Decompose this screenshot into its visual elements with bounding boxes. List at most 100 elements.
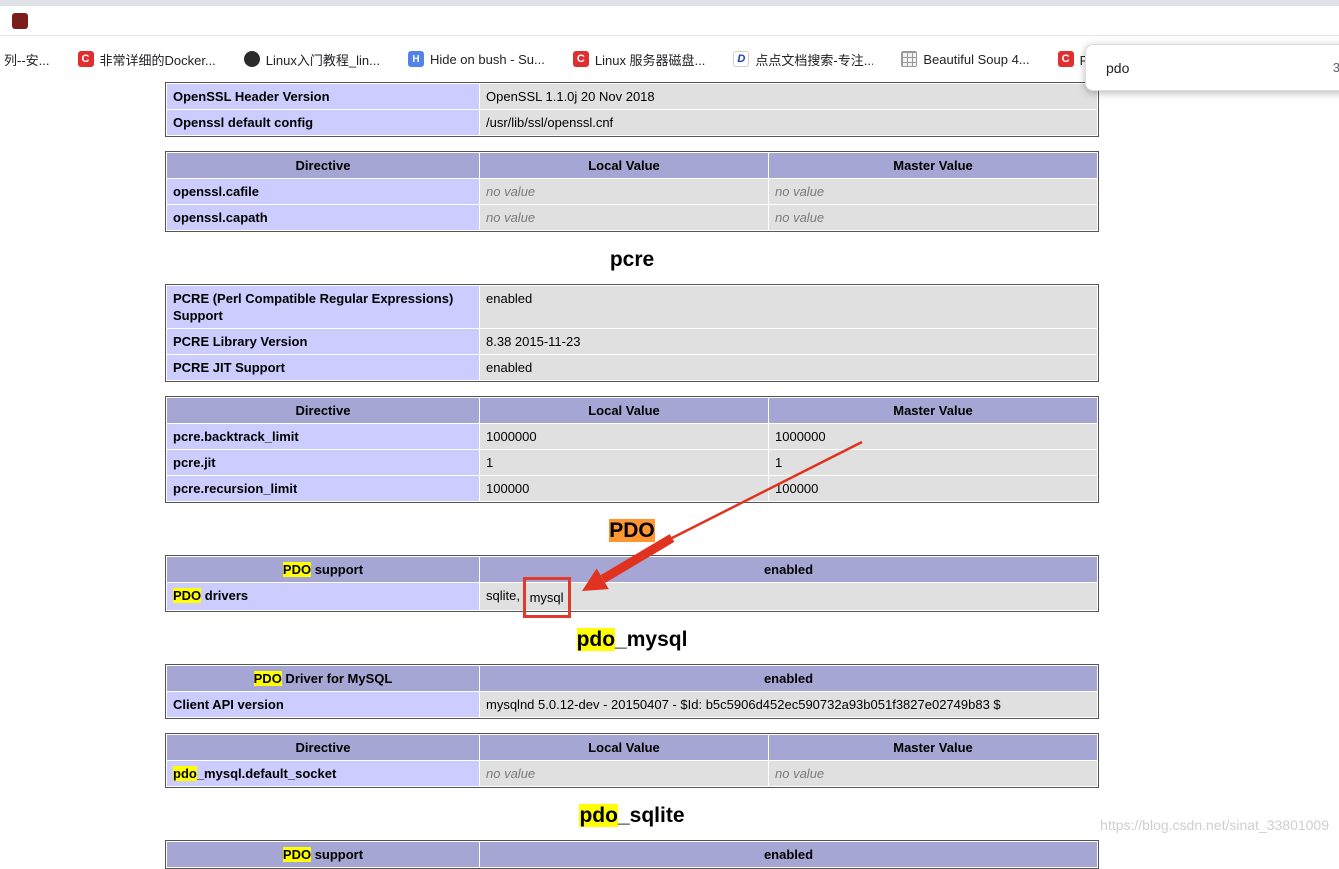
table-row: pcre.jit 1 1: [167, 450, 1097, 475]
bookmark-item[interactable]: Hide on bush - Su...: [408, 51, 545, 67]
text-segment: pcre.jit: [173, 455, 216, 470]
bookmark-item[interactable]: Linux 服务器磁盘...: [573, 50, 706, 69]
table-cell: 1000000: [480, 424, 768, 449]
table-row: PCRE (Perl Compatible Regular Expression…: [167, 286, 1097, 328]
text-segment: 100000: [775, 481, 818, 496]
phpinfo-table: Directive Local Value Master Value pdo_mysq…: [165, 733, 1099, 788]
text-segment: _sqlite: [618, 804, 685, 827]
table-row: PDO driverssqlite, mysql: [167, 583, 1097, 610]
table-cell: PCRE Library Version: [167, 329, 479, 354]
table-cell: 1: [769, 450, 1097, 475]
text-segment: 1: [775, 455, 782, 470]
table-cell: /usr/lib/ssl/openssl.cnf: [480, 110, 1097, 135]
table-row: PCRE Library Version 8.38 2015-11-23: [167, 329, 1097, 354]
table-cell: mysqlnd 5.0.12-dev - 20150407 - $Id: b5c…: [480, 692, 1097, 717]
phpinfo-content: OpenSSL Header VersionOpenSSL 1.1.0j 20 …: [165, 82, 1099, 869]
text-segment: enabled: [764, 562, 813, 577]
text-segment: /usr/lib/ssl/openssl.cnf: [486, 115, 613, 130]
text-segment: 1000000: [775, 429, 826, 444]
text-segment: 1: [486, 455, 493, 470]
text-segment: pcre.recursion_limit: [173, 481, 297, 496]
table-row: pcre.recursion_limit 100000 100000: [167, 476, 1097, 501]
text-segment: 8.38 2015-11-23: [486, 334, 580, 349]
bookmark-label: 点点文档搜索-专注...: [755, 50, 873, 69]
text-segment: 1000000: [486, 429, 537, 444]
table-cell: enabled: [480, 666, 1097, 691]
table-cell: no value: [769, 761, 1097, 786]
bookmark-item[interactable]: 非常详细的Docker...: [78, 50, 216, 69]
text-segment: PCRE Library Version: [173, 334, 307, 349]
tab-strip: [0, 0, 1339, 36]
table-cell: PCRE JIT Support: [167, 355, 479, 380]
table-cell: pdo_mysql.default_socket: [167, 761, 479, 786]
csdn-icon: [1058, 51, 1074, 67]
table-cell: Local Value: [480, 153, 768, 178]
text-segment: _mysql: [615, 628, 687, 651]
bookmark-item[interactable]: Beautiful Soup 4...: [901, 51, 1029, 67]
text-segment: 100000: [486, 481, 529, 496]
find-match-count: 3/16: [1333, 60, 1339, 75]
text-segment: enabled: [486, 291, 532, 306]
find-highlight: PDO: [283, 847, 311, 862]
text-segment: enabled: [486, 360, 532, 375]
table-row: DirectiveLocal Value Master Value: [167, 398, 1097, 423]
table-cell: no value: [769, 179, 1097, 204]
bookmark-item[interactable]: 列--安...: [4, 50, 50, 69]
text-segment: openssl.cafile: [173, 184, 259, 199]
text-segment: Local Value: [588, 740, 660, 755]
text-segment: sqlite,: [486, 588, 524, 603]
text-segment: Master Value: [893, 158, 973, 173]
bookmark-label: 非常详细的Docker...: [100, 50, 216, 69]
table-cell: openssl.capath: [167, 205, 479, 230]
table-cell: OpenSSL Header Version: [167, 84, 479, 109]
find-highlight: PDO: [173, 588, 201, 603]
phpinfo-table: PCRE (Perl Compatible Regular Expression…: [165, 284, 1099, 382]
text-segment: Master Value: [893, 740, 973, 755]
find-highlight: pdo: [577, 628, 615, 651]
text-segment: OpenSSL Header Version: [173, 89, 330, 104]
text-segment: Directive: [296, 158, 351, 173]
text-segment: Driver for MySQL: [282, 671, 393, 686]
table-cell: PCRE (Perl Compatible Regular Expression…: [167, 286, 479, 328]
text-segment: PCRE (Perl Compatible Regular Expression…: [173, 291, 453, 323]
table-row: Openssl default config/usr/lib/ssl/opens…: [167, 110, 1097, 135]
table-cell: PDO support: [167, 557, 479, 582]
table-row: openssl.capathno valueno value: [167, 205, 1097, 230]
text-segment: Master Value: [893, 403, 973, 418]
table-cell: Directive: [167, 398, 479, 423]
table-row: openssl.cafile no value no value: [167, 179, 1097, 204]
table-cell: no value: [480, 205, 768, 230]
bookmark-item[interactable]: Linux入门教程_lin...: [244, 50, 380, 69]
table-cell: 100000: [769, 476, 1097, 501]
phpinfo-table: DirectiveLocal Value Master Value pcre.bac…: [165, 396, 1099, 503]
text-segment: no value: [486, 184, 535, 199]
table-cell: no value: [480, 179, 768, 204]
section-heading: pdo_sqlite: [165, 804, 1099, 828]
table-cell: Local Value: [480, 398, 768, 423]
table-row: PDO support enabled: [167, 557, 1097, 582]
table-cell: Openssl default config: [167, 110, 479, 135]
table-cell: Client API version: [167, 692, 479, 717]
text-segment: pcre: [610, 248, 654, 271]
text-segment: Openssl default config: [173, 115, 313, 130]
tab-favicon[interactable]: [12, 13, 28, 29]
table-cell: PDO Driver for MySQL: [167, 666, 479, 691]
find-bar: 3/16 ∧: [1085, 44, 1339, 91]
table-cell: Master Value: [769, 398, 1097, 423]
table-row: PDO Driver for MySQLenabled: [167, 666, 1097, 691]
bookmark-item[interactable]: 点点文档搜索-专注...: [733, 50, 873, 69]
table-row: Directive Local Value Master Value: [167, 153, 1097, 178]
table-cell: enabled: [480, 355, 1097, 380]
find-highlight: pdo: [579, 804, 617, 827]
text-segment: PCRE JIT Support: [173, 360, 285, 375]
table-row: PDO supportenabled: [167, 842, 1097, 867]
bookmark-label: Linux 服务器磁盘...: [595, 50, 706, 69]
csdn-icon: [573, 51, 589, 67]
table-cell: pcre.backtrack_limit: [167, 424, 479, 449]
find-input[interactable]: [1104, 59, 1224, 77]
table-cell: no value: [480, 761, 768, 786]
table-cell: Master Value: [769, 735, 1097, 760]
globe-icon: [244, 51, 260, 67]
text-segment: Directive: [296, 740, 351, 755]
highlight-box-target: mysql: [523, 577, 571, 618]
